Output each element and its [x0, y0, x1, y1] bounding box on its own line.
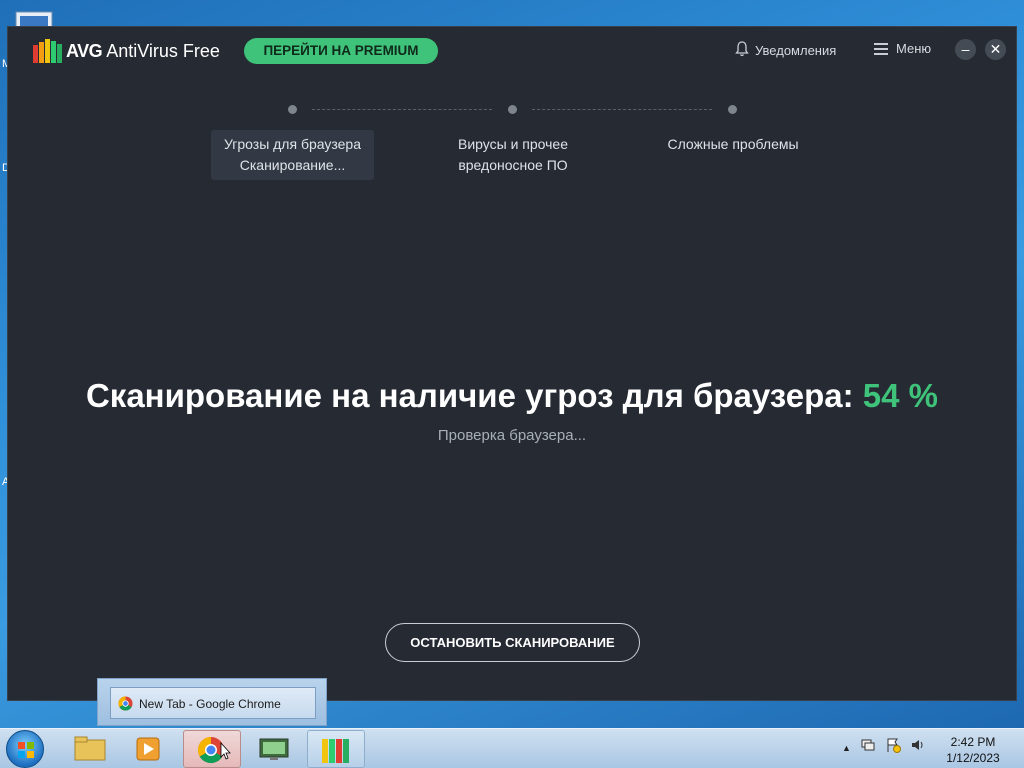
network-icon[interactable]: [860, 737, 876, 758]
taskbar-media-player[interactable]: [120, 730, 178, 768]
step-title-line2: вредоносное ПО: [458, 157, 568, 173]
chrome-small-icon: [118, 696, 133, 711]
taskbar-explorer[interactable]: [60, 730, 118, 768]
step-viruses-malware: Вирусы и прочее вредоносное ПО: [433, 134, 593, 176]
bell-icon: [735, 41, 749, 60]
scan-subtitle: Проверка браузера...: [437, 427, 587, 444]
avg-taskbar-icon: [322, 739, 349, 763]
media-player-icon: [136, 737, 160, 761]
step-title: Сложные проблемы: [667, 136, 799, 152]
step-dot-advanced: [728, 105, 737, 114]
avg-logo-icon: [32, 37, 64, 65]
notifications-button[interactable]: Уведомления: [735, 41, 836, 60]
step-status: Сканирование...: [239, 157, 346, 173]
clock-date: 1/12/2023: [946, 751, 1000, 765]
app-product-name: AntiVirus Free: [106, 41, 220, 61]
windows-taskbar: ▲ 2:42 PM 1/12/2023: [0, 728, 1024, 768]
avg-main-window: AVG AntiVirus Free ПЕРЕЙТИ НА PREMIUM Ув…: [7, 26, 1017, 701]
windows-logo-icon: [18, 742, 34, 758]
start-button[interactable]: [6, 730, 44, 768]
menu-label: Меню: [896, 41, 932, 56]
scan-title-text: Сканирование на наличие угроз для браузе…: [85, 377, 854, 414]
step-advanced-issues: Сложные проблемы: [648, 134, 818, 155]
window-titlebar[interactable]: AVG AntiVirus Free ПЕРЕЙТИ НА PREMIUM Ув…: [8, 27, 1016, 73]
step-title: Вирусы и прочее: [457, 136, 568, 152]
taskbar-avg[interactable]: [307, 730, 365, 768]
taskbar-network-app[interactable]: [246, 730, 304, 768]
system-tray: ▲: [842, 737, 926, 758]
folder-icon: [74, 736, 106, 761]
preview-window-title: New Tab - Google Chrome: [139, 697, 281, 711]
step-dot-viruses: [508, 105, 517, 114]
taskbar-clock[interactable]: 2:42 PM 1/12/2023: [940, 734, 1006, 766]
app-title: AVG AntiVirus Free: [66, 41, 220, 62]
tray-expand-icon[interactable]: ▲: [842, 743, 851, 753]
step-dot-browser: [288, 105, 297, 114]
step-browser-threats: Угрозы для браузера Сканирование...: [211, 130, 374, 180]
preview-chrome-window[interactable]: New Tab - Google Chrome: [110, 687, 316, 719]
minimize-icon: –: [961, 41, 970, 57]
close-icon: ✕: [989, 41, 1002, 57]
scan-heading: Сканирование на наличие угроз для браузе…: [8, 377, 1016, 415]
volume-icon[interactable]: [910, 737, 926, 758]
action-center-flag-icon[interactable]: [885, 737, 901, 758]
notifications-label: Уведомления: [755, 43, 837, 58]
menu-button[interactable]: Меню: [874, 41, 931, 56]
step-connector: [532, 109, 712, 110]
minimize-button[interactable]: –: [955, 39, 976, 60]
hamburger-icon: [874, 43, 888, 55]
taskbar-thumbnail-preview: New Tab - Google Chrome: [97, 678, 327, 726]
taskbar-chrome[interactable]: [183, 730, 241, 768]
app-brand: AVG: [66, 41, 103, 61]
close-button[interactable]: ✕: [985, 39, 1006, 60]
scan-percent: 54 %: [862, 377, 939, 414]
monitor-icon: [259, 738, 289, 760]
chrome-icon: [197, 736, 231, 764]
stop-scan-button[interactable]: ОСТАНОВИТЬ СКАНИРОВАНИЕ: [385, 623, 640, 662]
clock-time: 2:42 PM: [950, 735, 996, 749]
step-title: Угрозы для браузера: [223, 136, 362, 152]
go-premium-button[interactable]: ПЕРЕЙТИ НА PREMIUM: [244, 38, 438, 64]
step-connector: [312, 109, 492, 110]
